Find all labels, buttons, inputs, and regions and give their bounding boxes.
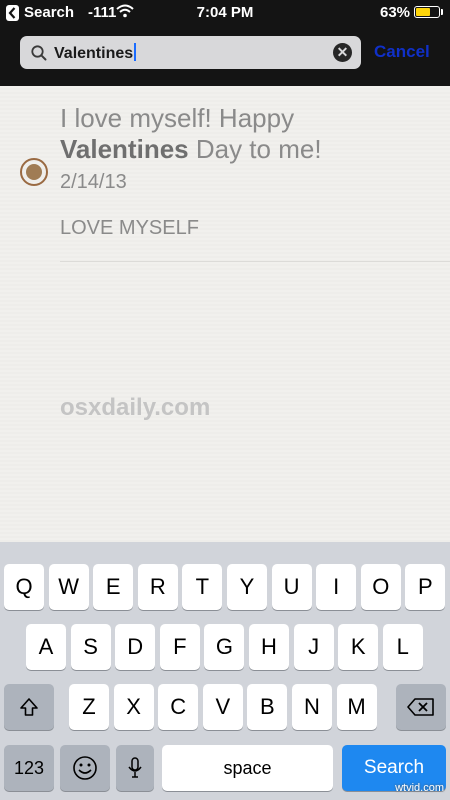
corner-watermark: wtvid.com — [395, 782, 444, 794]
search-result-item[interactable]: I love myself! Happy Valentines Day to m… — [0, 86, 450, 261]
key-x[interactable]: X — [113, 684, 154, 730]
note-tag: LOVE MYSELF — [60, 217, 199, 239]
microphone-icon — [116, 745, 154, 791]
key-d[interactable]: D — [115, 624, 156, 670]
text-caret — [134, 43, 137, 61]
notes-results-area: I love myself! Happy Valentines Day to m… — [0, 86, 450, 542]
note-title-prefix: I love myself! Happy — [60, 103, 295, 133]
watermark-text: osxdaily.com — [60, 394, 211, 421]
key-t[interactable]: T — [182, 564, 223, 610]
emoji-key[interactable] — [60, 745, 110, 791]
key-i[interactable]: I — [316, 564, 357, 610]
key-z[interactable]: Z — [69, 684, 109, 730]
emoji-icon — [60, 745, 110, 791]
radio-dot — [26, 164, 42, 180]
keyboard: QWERTYUIOP ASDFGHJKL ZXCVBNM 123 space S… — [0, 542, 450, 800]
dictation-key[interactable] — [116, 745, 154, 791]
shift-arrow-icon — [4, 684, 54, 730]
select-radio-icon[interactable] — [20, 158, 48, 186]
status-bar: Search -111 7:04 PM 63% — [0, 0, 450, 26]
key-l[interactable]: L — [382, 624, 423, 670]
note-title-highlight: Valentines — [60, 134, 189, 164]
key-g[interactable]: G — [204, 624, 245, 670]
top-bar: Search -111 7:04 PM 63% Valentines ✕ Can… — [0, 0, 450, 86]
key-u[interactable]: U — [271, 564, 312, 610]
backspace-icon — [396, 684, 446, 730]
key-s[interactable]: S — [70, 624, 111, 670]
numbers-key[interactable]: 123 — [4, 745, 54, 791]
note-date: 2/14/13 — [60, 171, 127, 193]
key-h[interactable]: H — [249, 624, 289, 670]
key-k[interactable]: K — [338, 624, 379, 670]
key-w[interactable]: W — [48, 564, 89, 610]
battery-percentage: 63% — [380, 4, 411, 21]
battery-nub — [441, 9, 443, 15]
search-query-text[interactable]: Valentines — [54, 43, 137, 63]
key-j[interactable]: J — [293, 624, 334, 670]
key-f[interactable]: F — [159, 624, 200, 670]
space-key[interactable]: space — [162, 745, 333, 791]
battery-icon — [414, 6, 440, 18]
key-y[interactable]: Y — [227, 564, 267, 610]
search-icon — [31, 45, 47, 61]
key-n[interactable]: N — [292, 684, 332, 730]
key-r[interactable]: R — [137, 564, 178, 610]
shift-key[interactable] — [4, 684, 54, 730]
row-divider — [60, 261, 450, 262]
key-v[interactable]: V — [202, 684, 243, 730]
battery-fill — [416, 8, 430, 16]
key-q[interactable]: Q — [4, 564, 44, 610]
clear-x-icon[interactable]: ✕ — [333, 43, 352, 62]
key-e[interactable]: E — [93, 564, 134, 610]
key-c[interactable]: C — [158, 684, 199, 730]
note-title: I love myself! Happy Valentines Day to m… — [60, 103, 420, 165]
search-query-value: Valentines — [54, 45, 134, 62]
cancel-button[interactable]: Cancel — [374, 42, 430, 62]
search-input[interactable]: Valentines ✕ — [20, 36, 361, 69]
notes-search-screen: Search -111 7:04 PM 63% Valentines ✕ Can… — [0, 0, 450, 800]
key-p[interactable]: P — [405, 564, 446, 610]
key-b[interactable]: B — [247, 684, 288, 730]
delete-key[interactable] — [396, 684, 446, 730]
key-o[interactable]: O — [360, 564, 401, 610]
key-m[interactable]: M — [336, 684, 377, 730]
key-a[interactable]: A — [26, 624, 66, 670]
note-title-suffix: Day to me! — [188, 134, 322, 164]
